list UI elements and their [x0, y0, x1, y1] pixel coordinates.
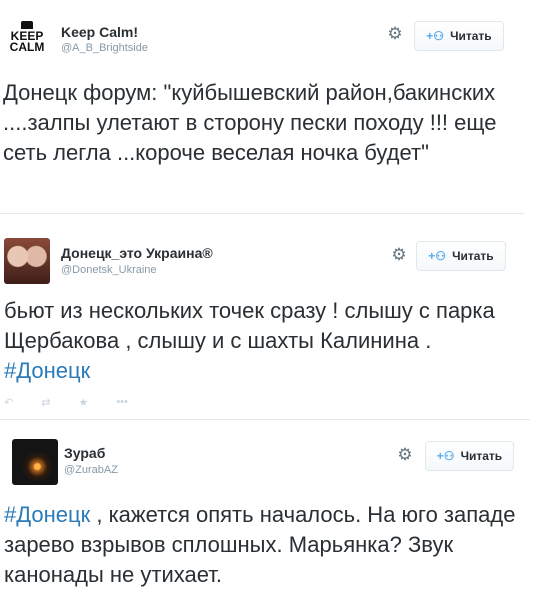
user-handle[interactable]: @ZurabAZ — [64, 464, 118, 476]
add-user-icon: +⚇ — [436, 449, 455, 463]
reply-icon[interactable]: ↶ — [4, 396, 13, 409]
tweet-text: бьют из нескольких точек сразу ! слышу с… — [4, 296, 519, 386]
add-user-icon: +⚇ — [428, 249, 447, 263]
hashtag-link[interactable]: #Донецк — [4, 502, 90, 527]
crown-icon — [21, 21, 33, 30]
user-handle[interactable]: @A_B_Brightside — [61, 42, 148, 54]
face-image — [4, 238, 50, 284]
tweet-text: #Донецк , кажется опять началось. На юго… — [4, 500, 529, 590]
keep-calm-logo: KEEP CALM — [4, 14, 50, 60]
retweet-icon[interactable]: ⇄ — [41, 396, 50, 409]
star-icon[interactable]: ★ — [78, 396, 88, 409]
tweet-text: Донецк форум: "куйбышевский район,бакинс… — [3, 80, 497, 165]
gear-icon[interactable]: ⚙ — [396, 446, 414, 464]
user-name[interactable]: Донецк_это Украина® — [61, 245, 213, 261]
tweet-actions: ↶ ⇄ ★ ••• — [4, 396, 234, 409]
avatar[interactable] — [12, 439, 58, 485]
follow-label: Читать — [452, 249, 494, 263]
hashtag-link[interactable]: #Донецк — [4, 358, 90, 383]
follow-button[interactable]: +⚇ Читать — [414, 21, 504, 51]
fire-image — [12, 439, 58, 485]
follow-button[interactable]: +⚇ Читать — [416, 241, 506, 271]
divider — [0, 419, 530, 420]
more-icon[interactable]: ••• — [116, 396, 128, 408]
gear-icon[interactable]: ⚙ — [390, 246, 408, 264]
user-name[interactable]: Keep Calm! — [61, 24, 138, 40]
divider — [0, 213, 524, 214]
user-name[interactable]: Зураб — [64, 445, 105, 461]
avatar[interactable]: KEEP CALM — [4, 14, 50, 60]
add-user-icon: +⚇ — [426, 29, 445, 43]
follow-label: Читать — [450, 29, 492, 43]
follow-button[interactable]: +⚇ Читать — [425, 441, 514, 471]
user-handle[interactable]: @Donetsk_Ukraine — [61, 264, 157, 276]
follow-label: Читать — [460, 449, 503, 463]
avatar[interactable] — [4, 238, 50, 284]
gear-icon[interactable]: ⚙ — [386, 25, 404, 43]
tweet-card: KEEP CALM Keep Calm! @A_B_Brightside ⚙ +… — [0, 0, 520, 205]
tweet-text-body: бьют из нескольких точек сразу ! слышу с… — [4, 298, 495, 353]
